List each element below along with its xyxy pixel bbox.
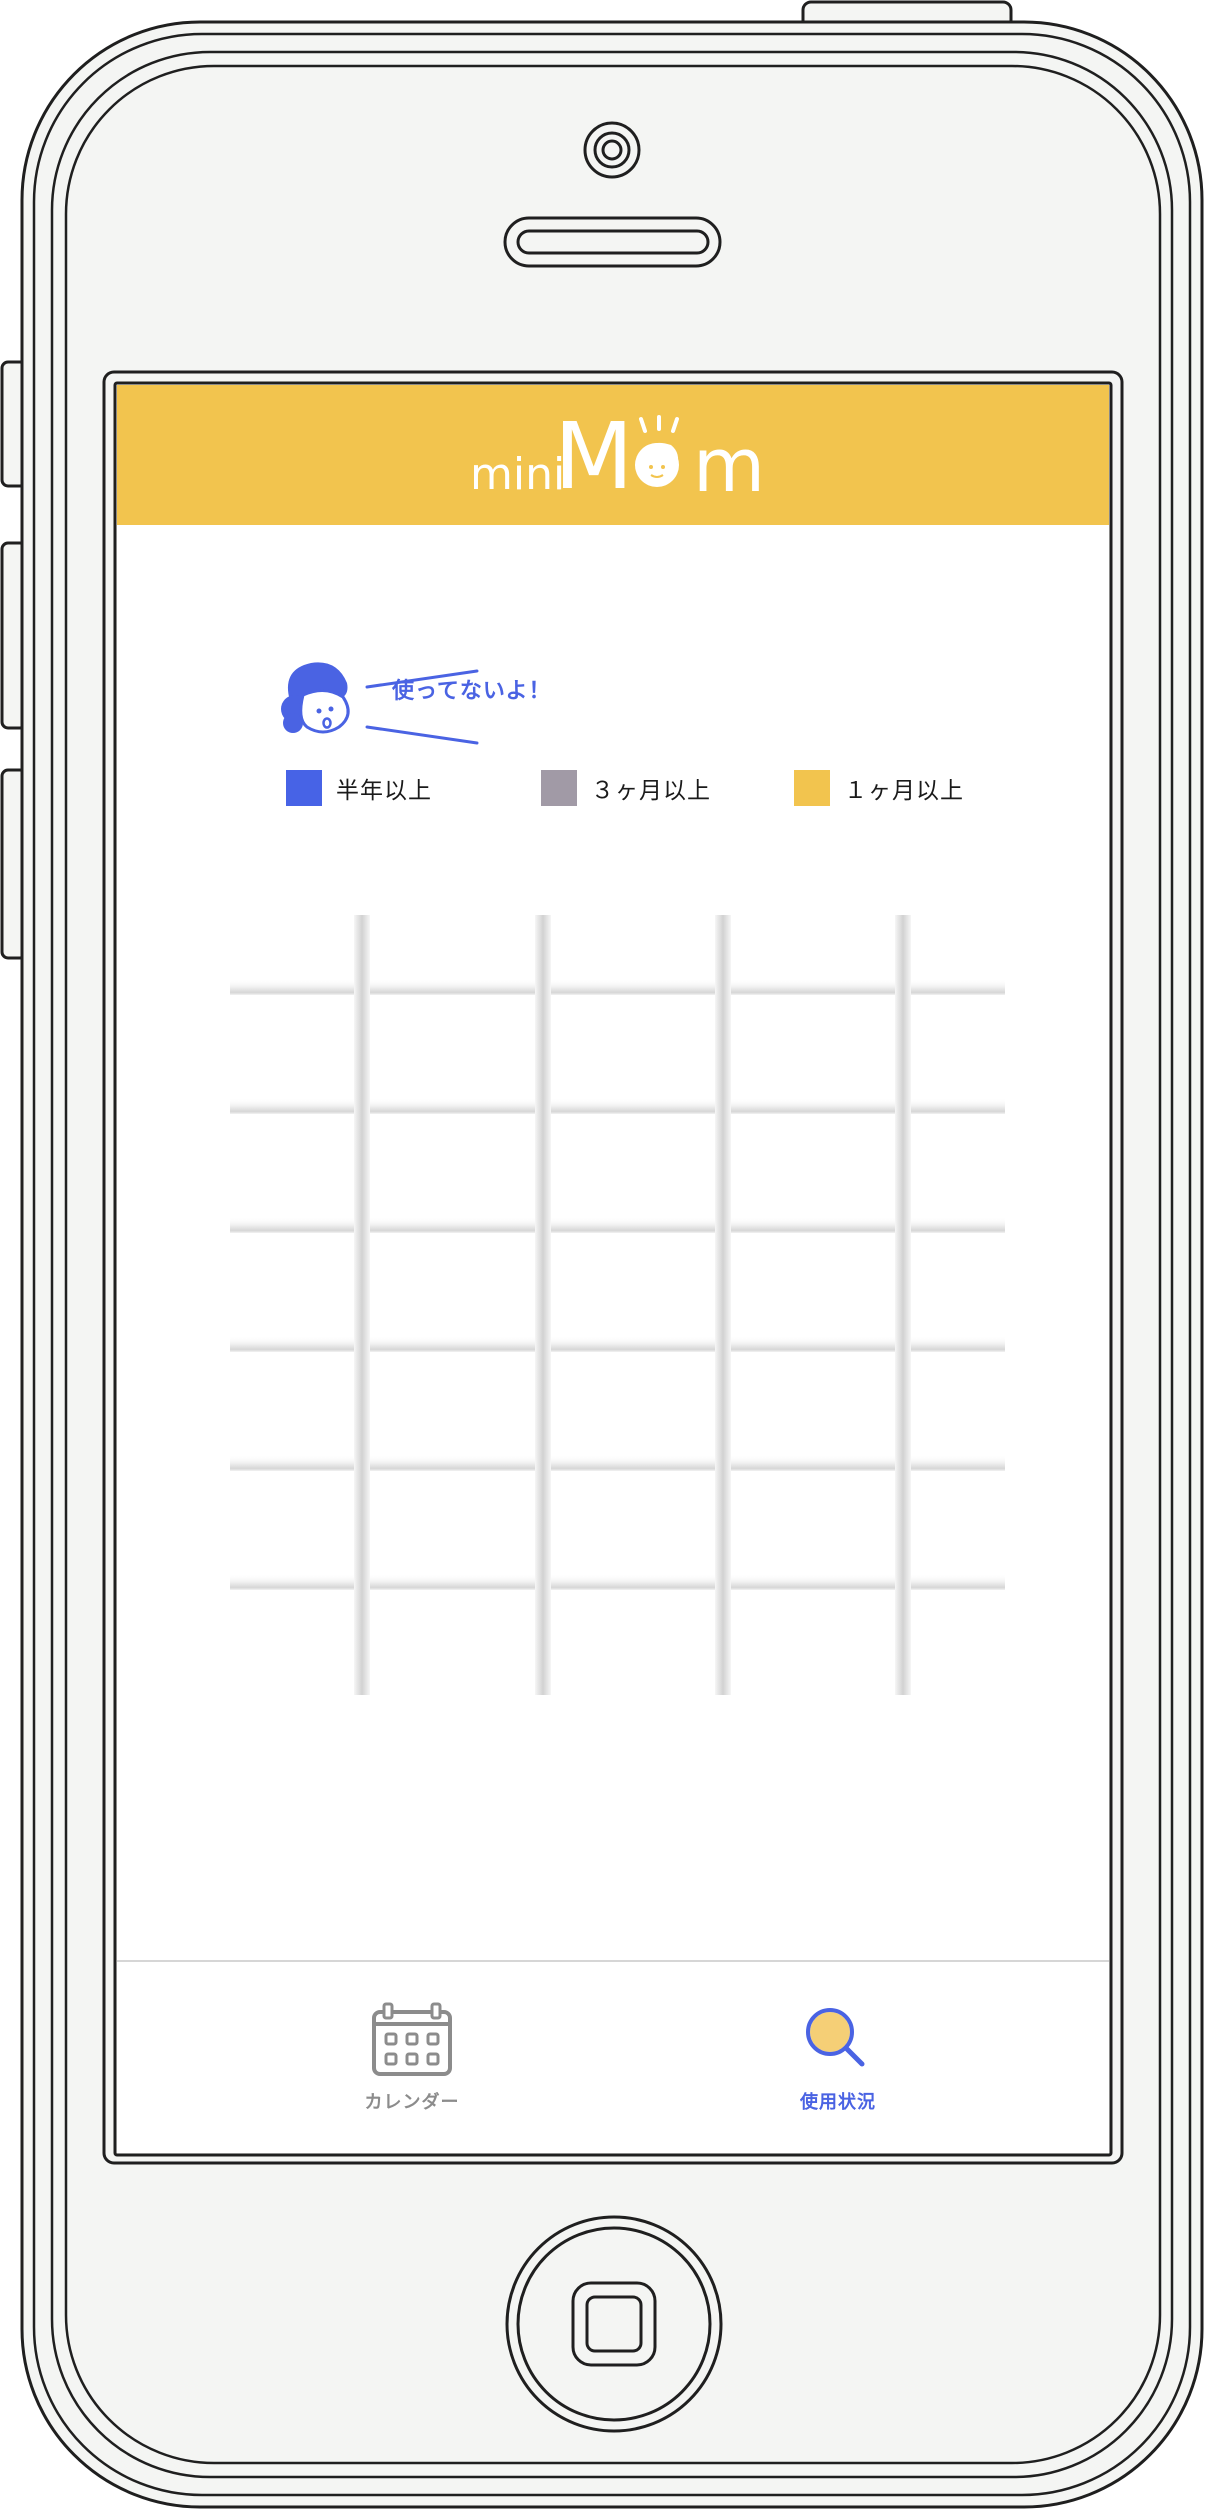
grid-shelves [230,979,1005,1590]
tab-calendar[interactable]: カレンダー [332,2002,492,2114]
legend-item-three-months: ３ヶ月以上 [541,770,711,806]
search-icon [806,2008,865,2067]
app-screen: mini M m 使ってないよ！ 半年以上 ３ヶ月以上 １ヶ月以上 カレンダー … [117,385,1109,2153]
logo-face-icon [635,415,679,487]
legend-label: １ヶ月以上 [844,778,964,804]
legend-item-one-month: １ヶ月以上 [794,770,964,806]
legend-swatch-blue [286,770,322,806]
legend-swatch-gray [541,770,577,806]
legend-label: 半年以上 [336,778,432,804]
speech-bubble-text: 使ってないよ！ [392,679,552,704]
calendar-icon [372,2002,452,2076]
legend-swatch-yellow [794,770,830,806]
storage-grid [230,915,1005,1695]
tab-usage-status-label: 使用状況 [800,2092,876,2113]
logo-text-m: M [554,403,634,510]
app-header: mini M m [117,385,1109,525]
tab-calendar-label: カレンダー [364,2092,460,2113]
legend-item-half-year: 半年以上 [286,770,432,806]
logo-text-mini: mini [470,449,566,500]
legend-label: ３ヶ月以上 [591,778,711,804]
app-logo: mini M m [117,385,1109,525]
tab-usage-status[interactable]: 使用状況 [758,2002,918,2114]
bottom-tab-bar: カレンダー 使用状況 [117,1960,1109,2153]
logo-text-m-tail: m [693,423,766,509]
